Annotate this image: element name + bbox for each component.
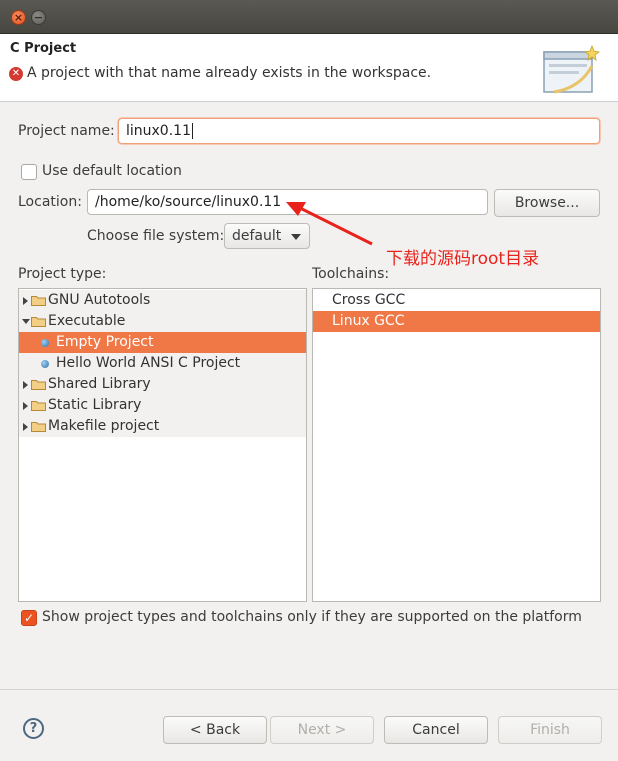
expand-arrow-icon[interactable] [23, 381, 28, 389]
finish-button[interactable]: Finish [498, 716, 602, 744]
tree-item-label: Hello World ANSI C Project [56, 355, 241, 371]
new-project-wizard-icon [543, 44, 600, 94]
next-button[interactable]: Next > [270, 716, 374, 744]
help-icon[interactable]: ? [23, 718, 44, 739]
wizard-title: C Project [10, 41, 77, 56]
error-message: A project with that name already exists … [27, 65, 432, 81]
tree-item[interactable]: GNU Autotools [19, 290, 306, 311]
expand-arrow-icon[interactable] [23, 297, 28, 305]
supported-only-label[interactable]: Show project types and toolchains only i… [42, 609, 582, 625]
cancel-button[interactable]: Cancel [384, 716, 488, 744]
wizard-header: C Project ✕ A project with that name alr… [0, 34, 618, 102]
footer-divider [0, 689, 618, 690]
folder-open-icon [31, 317, 46, 327]
tree-item-label: GNU Autotools [48, 292, 151, 308]
window-titlebar[interactable]: × − [0, 0, 618, 34]
wizard-body: Project name: linux0.11 Use default loca… [0, 102, 618, 761]
folder-icon [31, 380, 46, 390]
list-item-label: Linux GCC [332, 313, 405, 329]
window-close-button[interactable]: × [11, 10, 26, 25]
error-icon: ✕ [9, 67, 23, 81]
supported-only-checkbox[interactable]: ✓ [21, 610, 37, 626]
expand-arrow-icon[interactable] [23, 402, 28, 410]
tree-item[interactable]: Static Library [19, 395, 306, 416]
tree-item-label: Empty Project [56, 334, 154, 350]
tree-item[interactable]: Makefile project [19, 416, 306, 437]
tree-item-label: Executable [48, 313, 126, 329]
folder-icon [31, 422, 46, 432]
toolchains-label: Toolchains: [312, 266, 390, 282]
minimize-icon: − [33, 11, 44, 24]
expand-arrow-icon[interactable] [23, 423, 28, 431]
folder-icon [31, 296, 46, 306]
list-item-selected[interactable]: Linux GCC [313, 311, 600, 332]
annotation-text: 下载的源码root目录 [386, 249, 540, 269]
tree-item-label: Shared Library [48, 376, 151, 392]
list-item-label: Cross GCC [332, 292, 406, 308]
window-minimize-button[interactable]: − [31, 10, 46, 25]
tree-item-selected[interactable]: Empty Project [19, 332, 306, 353]
toolchains-list[interactable]: Cross GCC Linux GCC [312, 288, 601, 602]
back-button[interactable]: < Back [163, 716, 267, 744]
project-template-icon [41, 339, 49, 347]
tree-item-label: Makefile project [48, 418, 160, 434]
folder-icon [31, 401, 46, 411]
project-type-label: Project type: [18, 266, 107, 282]
tree-item[interactable]: Executable [19, 311, 306, 332]
tree-item[interactable]: Hello World ANSI C Project [19, 353, 306, 374]
annotation-arrow [286, 202, 373, 246]
collapse-arrow-icon[interactable] [22, 319, 30, 324]
project-type-tree[interactable]: GNU Autotools Executable Empty Project H… [18, 288, 307, 602]
tree-item[interactable]: Shared Library [19, 374, 306, 395]
close-icon: × [13, 11, 24, 24]
list-item[interactable]: Cross GCC [313, 290, 600, 311]
tree-item-label: Static Library [48, 397, 142, 413]
project-template-icon [41, 360, 49, 368]
